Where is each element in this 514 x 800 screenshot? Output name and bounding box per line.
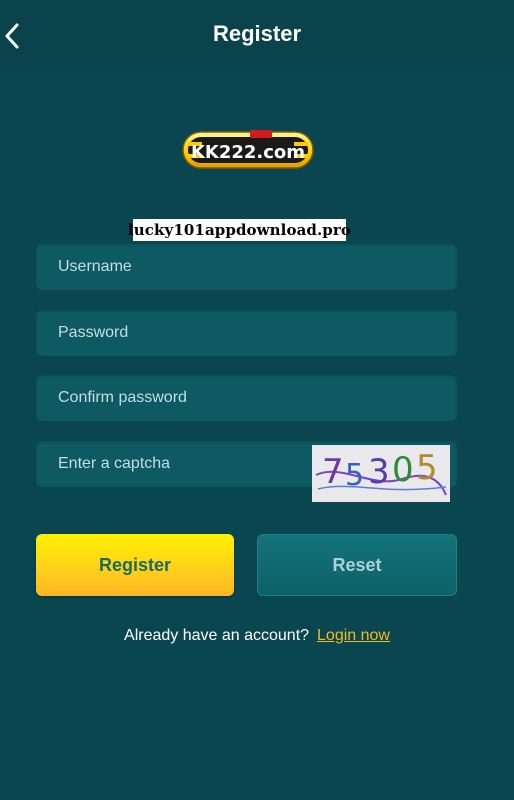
chevron-left-icon (5, 23, 19, 49)
svg-text:5: 5 (416, 448, 438, 488)
logo-text: KK222.com (191, 142, 305, 163)
watermark-label: lucky101appdownload.pro (128, 219, 351, 241)
svg-text:0: 0 (392, 450, 414, 490)
page-title: Register (212, 21, 302, 46)
username-placeholder: Username (58, 258, 132, 275)
password-placeholder: Password (58, 324, 129, 341)
register-button[interactable]: Register (36, 534, 234, 596)
login-question: Already have an account? (124, 627, 310, 644)
back-button[interactable] (0, 20, 24, 52)
captcha-code: 75305 (312, 445, 315, 446)
svg-text:3: 3 (368, 452, 390, 492)
confirm-password-input[interactable]: Confirm password (36, 375, 457, 421)
app-header: Register (0, 0, 514, 68)
password-input[interactable]: Password (36, 310, 457, 356)
svg-text:5: 5 (345, 458, 364, 493)
confirm-password-placeholder: Confirm password (58, 389, 187, 406)
login-now-link[interactable]: Login now (317, 627, 390, 645)
brand-logo: KK222.com (182, 128, 314, 170)
username-input[interactable]: Username (36, 244, 457, 290)
reset-button[interactable]: Reset (257, 534, 457, 596)
svg-text:7: 7 (322, 452, 344, 492)
login-prompt: Already have an account? Login now (0, 624, 514, 648)
captcha-placeholder: Enter a captcha (58, 455, 171, 472)
captcha-image[interactable]: 7 5 3 0 5 75305 (312, 445, 450, 502)
